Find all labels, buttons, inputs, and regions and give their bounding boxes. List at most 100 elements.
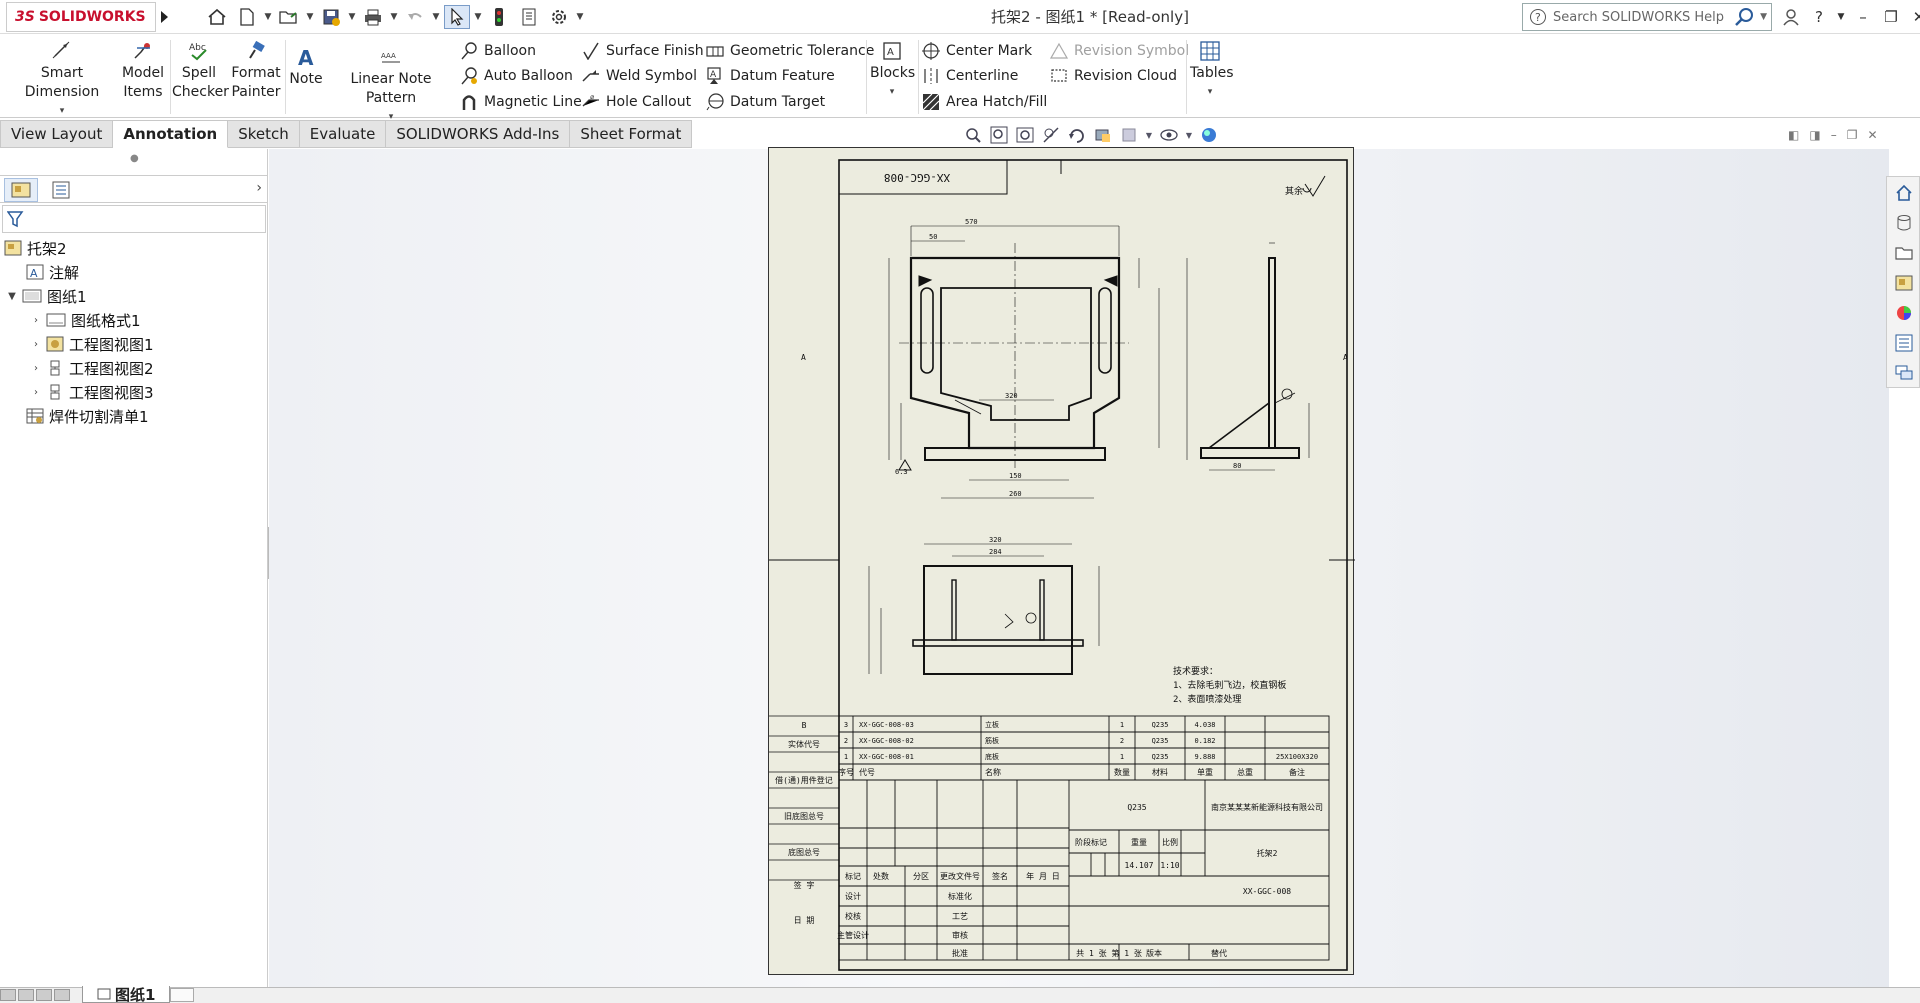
tab-view-layout[interactable]: View Layout [0, 120, 114, 148]
zoom-to-sheet-icon[interactable] [1014, 125, 1036, 145]
hide-show-dropdown-icon[interactable]: ▼ [1184, 125, 1194, 145]
weld-symbol-icon [582, 70, 599, 82]
doc-restore-icon[interactable]: ❐ [1847, 128, 1858, 142]
datum-feature-button[interactable]: A Datum Feature [706, 65, 835, 87]
help-dropdown-icon[interactable]: ▼ [1836, 5, 1846, 29]
search-icon[interactable] [1734, 7, 1756, 27]
revision-cloud-button[interactable]: Revision Cloud [1050, 65, 1177, 87]
drawing-sheet[interactable]: XX-GGC-008 其余 A A 570 50 320 150 260 6.3… [768, 147, 1355, 975]
format-painter-button[interactable]: Format Painter [230, 40, 282, 102]
tree-item-sheet[interactable]: ▼ 图纸1 [6, 285, 86, 307]
sheet-icon [97, 988, 111, 1000]
feature-manager-tab-icon[interactable] [4, 178, 38, 202]
rotate-view-icon[interactable] [1066, 125, 1088, 145]
property-manager-tab-icon[interactable] [44, 178, 78, 202]
surface-finish-button[interactable]: Surface Finish [582, 40, 704, 62]
bom-header-note: 备注 [1289, 767, 1305, 777]
panel-grip-icon[interactable]: ● [130, 153, 139, 164]
spell-checker-button[interactable]: Abc Spell Checker [172, 40, 229, 102]
section-view-icon[interactable] [1092, 125, 1114, 145]
sheet-tab-active[interactable]: 图纸1 [82, 986, 171, 1003]
tile-right-icon[interactable]: ◨ [1809, 128, 1820, 142]
file-explorer-icon[interactable] [1892, 241, 1916, 265]
user-account-icon[interactable] [1780, 5, 1802, 29]
tree-item-view-3[interactable]: › 工程图视图3 [30, 381, 154, 403]
doc-close-icon[interactable]: ✕ [1867, 128, 1877, 142]
auto-balloon-button[interactable]: Auto Balloon [460, 65, 573, 87]
zoom-to-area-icon[interactable] [988, 125, 1010, 145]
next-sheet-icon[interactable] [36, 989, 52, 1001]
center-mark-button[interactable]: Center Mark [922, 40, 1032, 62]
last-sheet-icon[interactable] [54, 989, 70, 1001]
tree-item-view-1[interactable]: › 工程图视图1 [30, 333, 154, 355]
revision-symbol-icon [1050, 42, 1068, 59]
design-library-icon[interactable] [1892, 211, 1916, 235]
geometric-tolerance-button[interactable]: Geometric Tolerance [706, 40, 874, 62]
collapse-arrow-icon[interactable]: ▼ [6, 291, 18, 302]
center-mark-label: Center Mark [946, 43, 1033, 59]
custom-properties-icon[interactable] [1892, 331, 1916, 355]
balloon-button[interactable]: Balloon [460, 40, 536, 62]
tab-solidworks-add-ins[interactable]: SOLIDWORKS Add-Ins [386, 120, 571, 148]
expand-arrow-icon[interactable]: › [30, 315, 42, 326]
auto-balloon-label: Auto Balloon [484, 68, 573, 84]
dim-284: 284 [989, 548, 1002, 556]
appearances-scenes-icon[interactable] [1892, 301, 1916, 325]
datum-target-button[interactable]: Datum Target [706, 91, 825, 113]
sheet-nav-arrows[interactable] [0, 988, 80, 1002]
tab-annotation[interactable]: Annotation [113, 120, 229, 148]
previous-view-icon[interactable] [1040, 125, 1062, 145]
tree-filter-bar[interactable] [2, 205, 266, 233]
tree-item-sheet-format[interactable]: › 图纸格式1 [30, 309, 141, 331]
area-hatch-fill-button[interactable]: Area Hatch/Fill [922, 91, 1047, 113]
help-icon[interactable]: ? [1808, 5, 1830, 29]
tab-sheet-format[interactable]: Sheet Format [570, 120, 693, 148]
centerline-button[interactable]: Centerline [922, 65, 1018, 87]
tables-dropdown-icon[interactable]: ▾ [1190, 83, 1230, 102]
hole-callout-button[interactable]: ⌀ Hole Callout [582, 91, 691, 113]
blocks-button[interactable]: A Blocks ▾ [870, 40, 915, 102]
expand-arrow-icon[interactable]: › [30, 339, 42, 350]
tab-evaluate[interactable]: Evaluate [299, 120, 387, 148]
close-icon[interactable]: ✕ [1908, 5, 1920, 29]
revision-symbol-button[interactable]: Revision Symbol [1050, 40, 1189, 62]
first-sheet-icon[interactable] [0, 989, 16, 1001]
tab-sketch[interactable]: Sketch [228, 120, 300, 148]
tree-item-label: 工程图视图2 [69, 359, 154, 378]
datum-feature-label: Datum Feature [730, 68, 835, 84]
linear-note-pattern-button[interactable]: AAA Linear Note Pattern ▾ [328, 46, 454, 127]
restore-icon[interactable]: ❐ [1880, 5, 1902, 29]
expand-arrow-icon[interactable]: › [30, 387, 42, 398]
forum-chat-icon[interactable] [1892, 361, 1916, 385]
blocks-dropdown-icon[interactable]: ▾ [870, 83, 914, 102]
tree-item-root[interactable]: 托架2 [4, 237, 67, 259]
prev-sheet-icon[interactable] [18, 989, 34, 1001]
display-style-dropdown-icon[interactable]: ▼ [1144, 125, 1154, 145]
tree-item-cut-list[interactable]: 焊件切割清单1 [26, 405, 149, 427]
search-dropdown-icon[interactable]: ▼ [1760, 12, 1767, 22]
add-sheet-icon[interactable] [170, 988, 194, 1002]
dim-260: 260 [1009, 490, 1022, 498]
filter-icon[interactable] [7, 210, 25, 228]
view-palette-icon[interactable] [1892, 271, 1916, 295]
model-items-button[interactable]: Model Items [120, 40, 166, 102]
weld-symbol-button[interactable]: Weld Symbol [582, 65, 697, 87]
hide-show-items-icon[interactable] [1158, 125, 1180, 145]
display-style-icon[interactable] [1118, 125, 1140, 145]
tb-weight: 14.107 [1125, 861, 1154, 870]
panel-expand-chevron-icon[interactable]: › [256, 180, 262, 196]
minimize-icon[interactable]: – [1852, 5, 1874, 29]
doc-minimize-icon[interactable]: – [1831, 128, 1837, 142]
note-button[interactable]: A Note [288, 46, 324, 89]
tree-item-annotations[interactable]: A 注解 [26, 261, 79, 283]
smart-dimension-button[interactable]: Smart Dimension ▾ [6, 40, 118, 121]
magnetic-line-button[interactable]: Magnetic Line [460, 91, 582, 113]
appearance-globe-icon[interactable] [1198, 125, 1220, 145]
tile-left-icon[interactable]: ◧ [1788, 128, 1799, 142]
tables-button[interactable]: Tables ▾ [1190, 40, 1234, 102]
solidworks-resources-home-icon[interactable] [1892, 181, 1916, 205]
expand-arrow-icon[interactable]: › [30, 363, 42, 374]
search-help-input[interactable]: ? Search SOLIDWORKS Help ▼ [1522, 3, 1772, 31]
zoom-to-fit-icon[interactable] [962, 125, 984, 145]
tree-item-view-2[interactable]: › 工程图视图2 [30, 357, 154, 379]
